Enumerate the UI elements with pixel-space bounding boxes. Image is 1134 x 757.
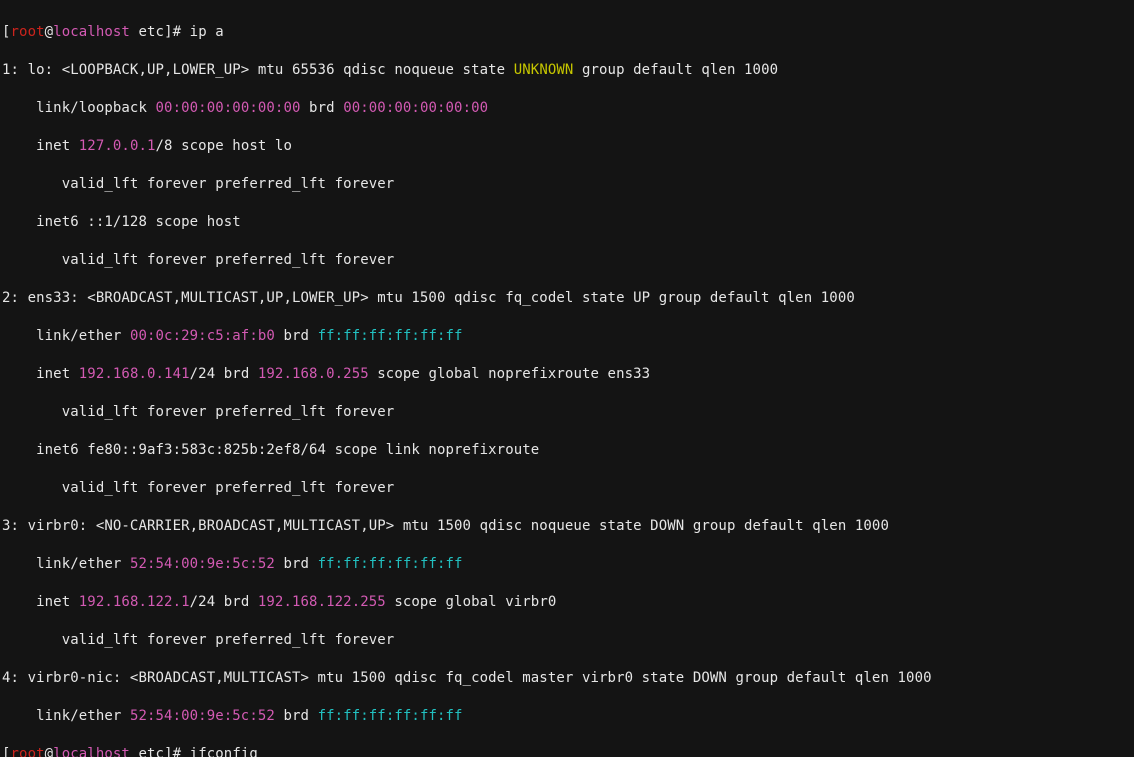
ipa-lo-valid2: valid_lft forever preferred_lft forever bbox=[2, 251, 1130, 270]
mac-address: 00:0c:29:c5:af:b0 bbox=[130, 328, 275, 344]
mac-address: 00:00:00:00:00:00 bbox=[156, 100, 301, 116]
text: 1: lo: <LOOPBACK,UP,LOWER_UP> mtu 65536 … bbox=[2, 62, 514, 78]
text: brd bbox=[275, 556, 318, 572]
ip-address: 192.168.122.1 bbox=[79, 594, 190, 610]
ipa-virbr0-header: 3: virbr0: <NO-CARRIER,BROADCAST,MULTICA… bbox=[2, 517, 1130, 536]
ipa-ens33-inet6: inet6 fe80::9af3:583c:825b:2ef8/64 scope… bbox=[2, 441, 1130, 460]
prompt-host: localhost bbox=[53, 24, 130, 40]
text: brd bbox=[275, 328, 318, 344]
state-unknown: UNKNOWN bbox=[514, 62, 574, 78]
mac-address: 52:54:00:9e:5c:52 bbox=[130, 708, 275, 724]
ipa-virbr0nic-header: 4: virbr0-nic: <BROADCAST,MULTICAST> mtu… bbox=[2, 669, 1130, 688]
text: link/ether bbox=[2, 328, 130, 344]
terminal-output[interactable]: [root@localhost etc]# ip a 1: lo: <LOOPB… bbox=[0, 0, 1134, 757]
prompt-user: root bbox=[11, 746, 45, 757]
prompt-dir: etc bbox=[130, 24, 164, 40]
prompt-line-ifconfig: [root@localhost etc]# ifconfig bbox=[2, 745, 1130, 757]
ipa-lo-inet: inet 127.0.0.1/8 scope host lo bbox=[2, 137, 1130, 156]
ipa-lo-inet6: inet6 ::1/128 scope host bbox=[2, 213, 1130, 232]
text: /24 brd bbox=[190, 594, 258, 610]
text: link/ether bbox=[2, 556, 130, 572]
prompt-dir: etc bbox=[130, 746, 164, 757]
command-ifconfig: ifconfig bbox=[181, 746, 258, 757]
brd-address: ff:ff:ff:ff:ff:ff bbox=[318, 708, 463, 724]
text: link/ether bbox=[2, 708, 130, 724]
prompt-bracket-close: ]# bbox=[164, 24, 181, 40]
ipa-lo-link: link/loopback 00:00:00:00:00:00 brd 00:0… bbox=[2, 99, 1130, 118]
ipa-ens33-inet: inet 192.168.0.141/24 brd 192.168.0.255 … bbox=[2, 365, 1130, 384]
ipa-ens33-link: link/ether 00:0c:29:c5:af:b0 brd ff:ff:f… bbox=[2, 327, 1130, 346]
ipa-lo-header: 1: lo: <LOOPBACK,UP,LOWER_UP> mtu 65536 … bbox=[2, 61, 1130, 80]
brd-address: ff:ff:ff:ff:ff:ff bbox=[318, 328, 463, 344]
brd-ip: 192.168.122.255 bbox=[258, 594, 386, 610]
prompt-bracket-open: [ bbox=[2, 746, 11, 757]
prompt-bracket-open: [ bbox=[2, 24, 11, 40]
ipa-virbr0-inet: inet 192.168.122.1/24 brd 192.168.122.25… bbox=[2, 593, 1130, 612]
text: inet bbox=[2, 594, 79, 610]
ipa-lo-valid1: valid_lft forever preferred_lft forever bbox=[2, 175, 1130, 194]
ipa-ens33-valid2: valid_lft forever preferred_lft forever bbox=[2, 479, 1130, 498]
command-ip-a: ip a bbox=[181, 24, 224, 40]
text: inet bbox=[2, 138, 79, 154]
ipa-ens33-header: 2: ens33: <BROADCAST,MULTICAST,UP,LOWER_… bbox=[2, 289, 1130, 308]
text: brd bbox=[301, 100, 344, 116]
prompt-at: @ bbox=[45, 24, 54, 40]
ipa-virbr0-valid1: valid_lft forever preferred_lft forever bbox=[2, 631, 1130, 650]
ipa-virbr0nic-link: link/ether 52:54:00:9e:5c:52 brd ff:ff:f… bbox=[2, 707, 1130, 726]
prompt-bracket-close: ]# bbox=[164, 746, 181, 757]
ip-address: 127.0.0.1 bbox=[79, 138, 156, 154]
ip-address: 192.168.0.141 bbox=[79, 366, 190, 382]
prompt-line-ip-a: [root@localhost etc]# ip a bbox=[2, 23, 1130, 42]
ipa-ens33-valid1: valid_lft forever preferred_lft forever bbox=[2, 403, 1130, 422]
text: scope global virbr0 bbox=[386, 594, 557, 610]
text: /24 brd bbox=[190, 366, 258, 382]
prompt-at: @ bbox=[45, 746, 54, 757]
text: link/loopback bbox=[2, 100, 156, 116]
prompt-user: root bbox=[11, 24, 45, 40]
text: group default qlen 1000 bbox=[573, 62, 778, 78]
text: scope global noprefixroute ens33 bbox=[369, 366, 650, 382]
prompt-host: localhost bbox=[53, 746, 130, 757]
ipa-virbr0-link: link/ether 52:54:00:9e:5c:52 brd ff:ff:f… bbox=[2, 555, 1130, 574]
text: brd bbox=[275, 708, 318, 724]
mac-address: 52:54:00:9e:5c:52 bbox=[130, 556, 275, 572]
brd-address: ff:ff:ff:ff:ff:ff bbox=[318, 556, 463, 572]
brd-ip: 192.168.0.255 bbox=[258, 366, 369, 382]
brd-address: 00:00:00:00:00:00 bbox=[343, 100, 488, 116]
text: inet bbox=[2, 366, 79, 382]
text: /8 scope host lo bbox=[156, 138, 292, 154]
